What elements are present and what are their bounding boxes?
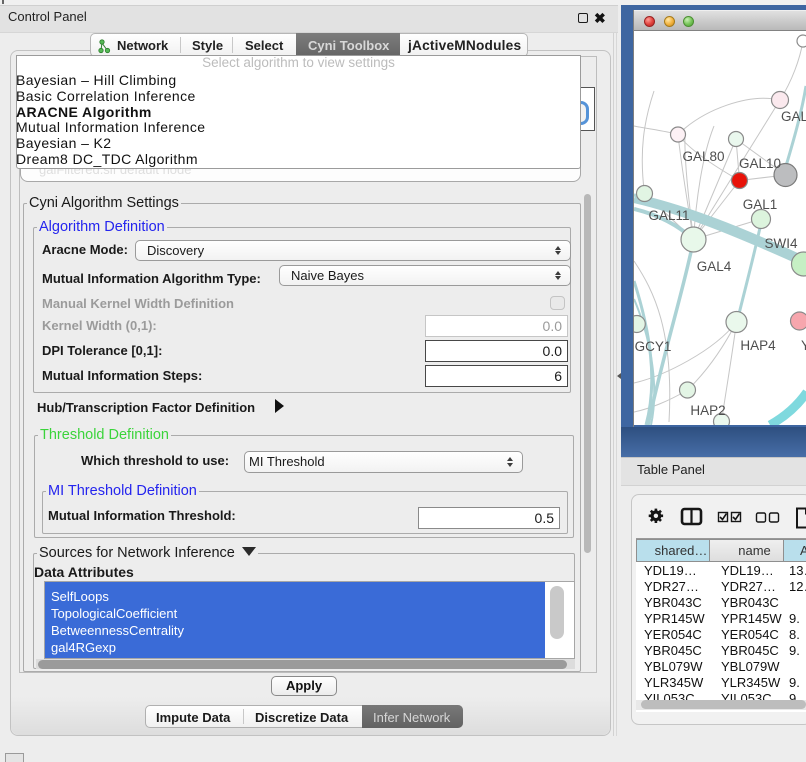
svg-text:GAL7: GAL7: [781, 109, 806, 124]
svg-text:GAL1: GAL1: [743, 197, 778, 212]
svg-text:GAL4: GAL4: [697, 259, 732, 274]
svg-text:GAL10: GAL10: [739, 156, 781, 171]
svg-text:GAL80: GAL80: [682, 149, 724, 164]
svg-text:GAL11: GAL11: [648, 208, 689, 223]
svg-text:GCY1: GCY1: [635, 339, 672, 354]
svg-text:Y: Y: [801, 338, 806, 353]
svg-text:HAP4: HAP4: [740, 338, 776, 353]
svg-text:SWI4: SWI4: [764, 236, 797, 251]
svg-text:HAP2: HAP2: [690, 403, 725, 418]
